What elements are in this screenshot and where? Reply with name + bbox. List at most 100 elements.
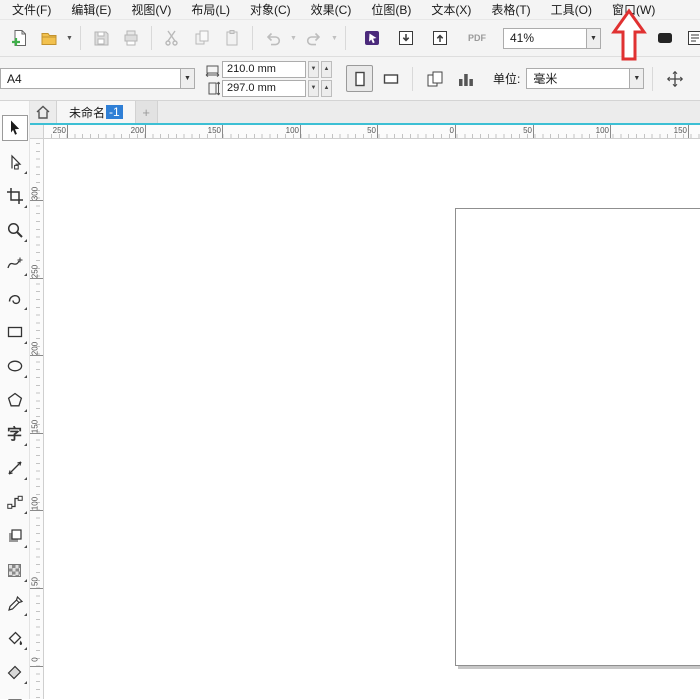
page-width-field[interactable]: 210.0 mm <box>222 61 306 78</box>
horizontal-ruler-label: 50 <box>533 125 534 138</box>
drop-shadow-tool[interactable] <box>2 523 28 549</box>
workspace: 字 未命名 -1 + 25020015010050050100150 30025 <box>0 101 700 699</box>
redo-dropdown-caret[interactable]: ▼ <box>329 24 340 52</box>
open-button[interactable] <box>34 24 64 52</box>
property-bar: A4 ▼ 210.0 mm ▼ ▲ 297.0 mm ▼ ▲ 单位: 毫米 ▼ <box>0 57 700 101</box>
ruler-area: 25020015010050050100150 3002502001501005… <box>30 125 700 699</box>
vertical-ruler-label: 200 <box>30 355 43 356</box>
vertical-ruler-label: 0 <box>30 666 43 667</box>
vertical-ruler-label: 250 <box>30 278 43 279</box>
vertical-ruler-label: 150 <box>30 433 43 434</box>
horizontal-ruler-label: 50 <box>377 125 378 138</box>
horizontal-ruler-label: 200 <box>145 125 146 138</box>
zoom-level-combobox[interactable]: 41% <box>503 28 587 49</box>
transparency-tool[interactable] <box>2 557 28 583</box>
interactive-fill-tool[interactable] <box>2 625 28 651</box>
new-page-button[interactable]: + <box>136 101 158 123</box>
export-button[interactable] <box>425 24 455 52</box>
vertical-ruler-label: 100 <box>30 510 43 511</box>
new-document-icon <box>10 29 28 47</box>
document-page[interactable] <box>455 208 700 666</box>
undo-dropdown-caret[interactable]: ▼ <box>288 24 299 52</box>
open-dropdown-caret[interactable]: ▼ <box>64 24 75 52</box>
ellipse-tool[interactable] <box>2 353 28 379</box>
freehand-tool[interactable] <box>2 251 28 277</box>
document-area: 未命名 -1 + 25020015010050050100150 3002502… <box>30 101 700 699</box>
crop-tool[interactable] <box>2 183 28 209</box>
menu-item[interactable]: 视图(V) <box>121 0 181 20</box>
menu-item[interactable]: 位图(B) <box>361 0 421 20</box>
new-page-label: + <box>142 105 150 120</box>
redo-button[interactable] <box>299 24 329 52</box>
units-combobox[interactable]: 毫米 <box>526 68 630 89</box>
menu-item[interactable]: 文本(X) <box>421 0 481 20</box>
page-preset-caret[interactable]: ▼ <box>181 68 195 89</box>
dimension-tool[interactable] <box>2 455 28 481</box>
page-width-icon <box>205 62 220 77</box>
artistic-media-tool[interactable] <box>2 285 28 311</box>
zoom-tool[interactable] <box>2 217 28 243</box>
pick-tool[interactable] <box>2 115 28 141</box>
page-height-increment[interactable]: ▲ <box>321 80 332 97</box>
units-caret[interactable]: ▼ <box>630 68 644 89</box>
landscape-button[interactable] <box>377 65 404 92</box>
copy-button[interactable] <box>187 24 217 52</box>
all-pages-button[interactable] <box>421 65 448 92</box>
nudge-arrows-icon <box>666 70 684 88</box>
home-tab-button[interactable] <box>30 101 56 123</box>
page-width-increment[interactable]: ▲ <box>321 61 332 78</box>
menu-item[interactable]: 编辑(E) <box>61 0 121 20</box>
rectangle-tool[interactable] <box>2 319 28 345</box>
all-pages-icon <box>426 70 444 88</box>
options-button[interactable] <box>680 24 700 52</box>
copy-icon <box>193 29 211 47</box>
page-height-field[interactable]: 297.0 mm <box>222 80 306 97</box>
menu-item[interactable]: 对象(C) <box>240 0 301 20</box>
polygon-tool[interactable] <box>2 387 28 413</box>
connector-tool[interactable] <box>2 489 28 515</box>
save-button[interactable] <box>86 24 116 52</box>
full-screen-preview-button[interactable] <box>650 24 680 52</box>
current-page-button[interactable] <box>452 65 479 92</box>
save-icon <box>92 29 110 47</box>
menu-item[interactable]: 表格(T) <box>481 0 540 20</box>
nudge-distance-button[interactable] <box>661 65 688 92</box>
new-document-button[interactable] <box>4 24 34 52</box>
menu-item[interactable]: 工具(O) <box>541 0 602 20</box>
document-tab[interactable]: 未命名 -1 <box>56 101 136 123</box>
open-folder-icon <box>40 29 58 47</box>
zoom-level-caret[interactable]: ▼ <box>587 28 601 49</box>
document-tab-bar: 未命名 -1 + <box>30 101 700 125</box>
welcome-screen-button[interactable] <box>357 24 387 52</box>
paste-button[interactable] <box>217 24 247 52</box>
smart-fill-tool[interactable] <box>2 659 28 685</box>
welcome-screen-icon <box>363 29 381 47</box>
toolbar-separator <box>80 26 81 50</box>
undo-icon <box>264 29 282 47</box>
menu-item[interactable]: 文件(F) <box>2 0 61 20</box>
vertical-ruler-label: 300 <box>30 200 43 201</box>
cut-button[interactable] <box>157 24 187 52</box>
shape-tool[interactable] <box>2 149 28 175</box>
print-button[interactable] <box>116 24 146 52</box>
fill-tool[interactable] <box>2 693 28 700</box>
menu-item[interactable]: 效果(C) <box>301 0 362 20</box>
ruler-origin-corner[interactable] <box>30 125 44 139</box>
vertical-ruler-label: 50 <box>30 588 43 589</box>
menu-item[interactable]: 窗口(W) <box>602 0 665 20</box>
page-preset-combobox[interactable]: A4 <box>0 68 181 89</box>
page-width-decrement[interactable]: ▼ <box>308 61 319 78</box>
import-button[interactable] <box>391 24 421 52</box>
text-tool[interactable]: 字 <box>2 421 28 447</box>
color-eyedropper-tool[interactable] <box>2 591 28 617</box>
vertical-ruler: 300 250 200 150 100 50 0 <box>30 139 44 699</box>
toolbox: 字 <box>0 101 30 699</box>
drawing-canvas[interactable] <box>44 139 700 699</box>
menu-bar: 文件(F)编辑(E)视图(V)布局(L)对象(C)效果(C)位图(B)文本(X)… <box>0 0 700 19</box>
page-height-decrement[interactable]: ▼ <box>308 80 319 97</box>
undo-button[interactable] <box>258 24 288 52</box>
publish-pdf-button[interactable]: PDF <box>459 24 495 52</box>
portrait-button[interactable] <box>346 65 373 92</box>
menu-item[interactable]: 布局(L) <box>181 0 240 20</box>
zoom-level-value: 41% <box>510 31 534 45</box>
